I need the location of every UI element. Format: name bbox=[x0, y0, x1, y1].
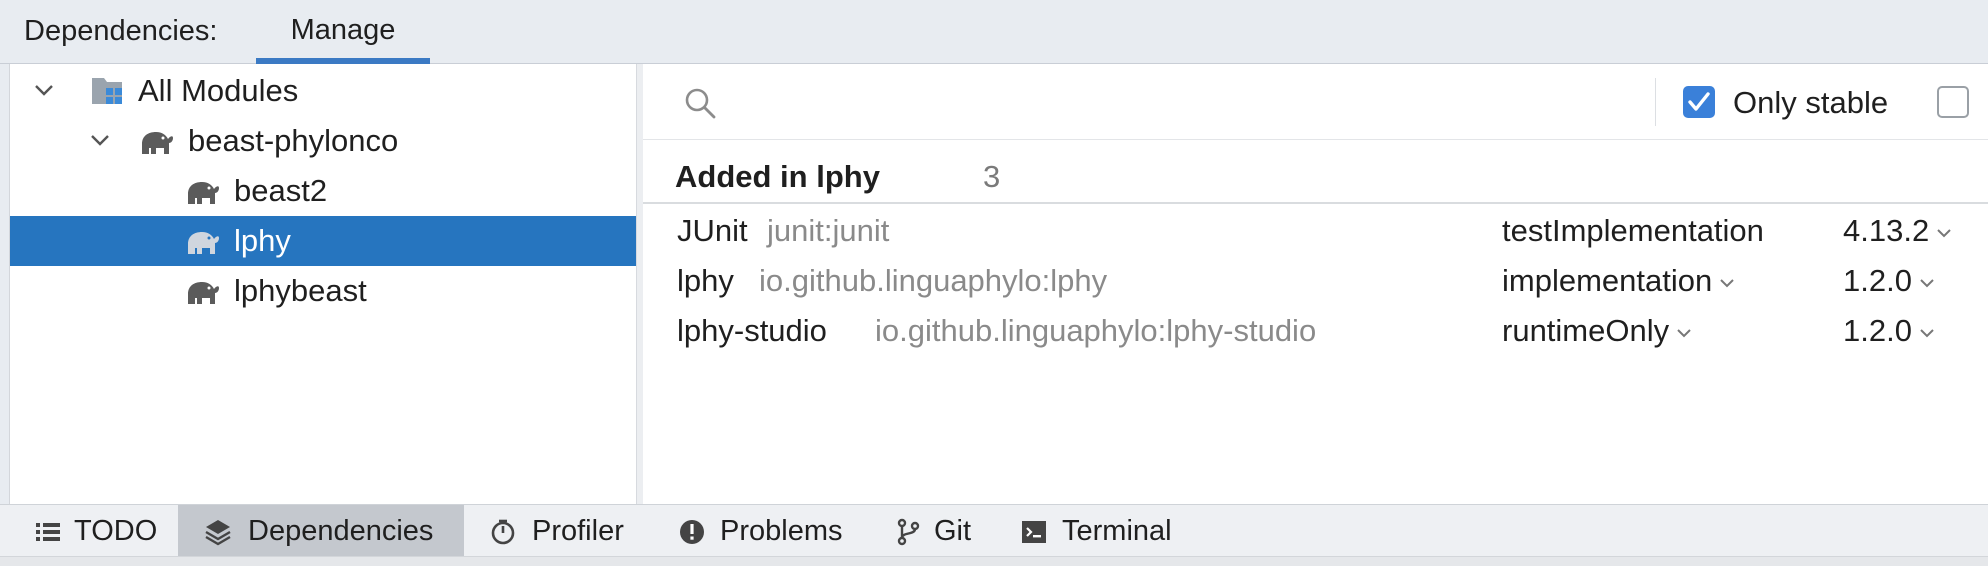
tool-label: Terminal bbox=[1062, 515, 1172, 547]
warning-icon bbox=[680, 520, 704, 544]
tool-button-git[interactable]: Git bbox=[894, 505, 994, 557]
dependencies-header: Dependencies: Manage bbox=[0, 0, 1988, 64]
configuration-label: runtimeOnly bbox=[1502, 313, 1670, 348]
panel-splitter[interactable] bbox=[636, 64, 643, 504]
tree-item-label: lphybeast bbox=[234, 273, 367, 308]
search-icon bbox=[685, 88, 716, 119]
tree-item-label: All Modules bbox=[138, 73, 299, 108]
tree-item-lphy[interactable]: lphy bbox=[10, 216, 636, 266]
chevron-down-icon[interactable] bbox=[88, 128, 112, 152]
configuration-dropdown[interactable]: implementation bbox=[1502, 256, 1736, 306]
secondary-checkbox[interactable] bbox=[1937, 86, 1969, 118]
dependency-coordinate: io.github.linguaphylo:lphy-studio bbox=[875, 313, 1317, 348]
dependency-name: JUnit bbox=[677, 213, 748, 248]
version-label: 1.2.0 bbox=[1843, 263, 1912, 298]
tree-item-label: lphy bbox=[234, 223, 291, 258]
list-icon bbox=[36, 523, 60, 541]
version-dropdown[interactable]: 1.2.0 bbox=[1843, 306, 1936, 356]
tree-item-beast2[interactable]: beast2 bbox=[10, 166, 636, 216]
dependency-row[interactable]: JUnit junit:junit testImplementation 4.1… bbox=[643, 206, 1988, 256]
left-edge bbox=[0, 64, 10, 504]
chevron-down-icon bbox=[1677, 329, 1691, 338]
header-title: Dependencies: bbox=[24, 15, 218, 47]
tree-item-label: beast-phylonco bbox=[188, 123, 399, 158]
gradle-elephant-icon bbox=[188, 182, 219, 204]
configuration-dropdown[interactable]: runtimeOnly bbox=[1502, 306, 1693, 356]
configuration-dropdown[interactable]: testImplementation bbox=[1502, 206, 1764, 256]
gradle-elephant-icon bbox=[188, 282, 219, 304]
version-label: 4.13.2 bbox=[1843, 213, 1930, 248]
dependency-name: lphy-studio bbox=[677, 313, 827, 348]
tool-button-problems[interactable]: Problems bbox=[678, 505, 856, 557]
tab-manage[interactable]: Manage bbox=[256, 0, 430, 64]
profiler-icon bbox=[491, 519, 515, 545]
status-strip bbox=[0, 556, 1988, 566]
configuration-label: testImplementation bbox=[1502, 213, 1764, 248]
tree-item-label: beast2 bbox=[234, 173, 328, 208]
version-dropdown[interactable]: 4.13.2 bbox=[1843, 206, 1953, 256]
dependency-name: lphy bbox=[677, 263, 734, 298]
search-bar: Only stable bbox=[643, 64, 1988, 140]
chevron-down-icon bbox=[1920, 329, 1934, 338]
modules-icon bbox=[92, 78, 122, 104]
gradle-elephant-icon bbox=[142, 132, 173, 154]
section-header: Added in lphy 3 bbox=[643, 152, 1988, 204]
dependency-row[interactable]: lphy io.github.linguaphylo:lphy implemen… bbox=[643, 256, 1988, 306]
tree-item-lphybeast[interactable]: lphybeast bbox=[10, 266, 636, 316]
gradle-elephant-icon bbox=[188, 232, 219, 254]
module-tree: All Modules beast-phylonco beast2 lphy l… bbox=[10, 64, 636, 504]
tool-button-terminal[interactable]: Terminal bbox=[1020, 505, 1190, 557]
version-dropdown[interactable]: 1.2.0 bbox=[1843, 256, 1936, 306]
tree-item-all-modules[interactable]: All Modules bbox=[10, 66, 636, 116]
dependencies-panel: Only stable Added in lphy 3 JUnit junit:… bbox=[643, 64, 1988, 504]
tool-label: TODO bbox=[74, 515, 158, 547]
tool-label: Problems bbox=[720, 515, 843, 547]
section-count: 3 bbox=[983, 159, 1001, 194]
dependency-row[interactable]: lphy-studio io.github.linguaphylo:lphy-s… bbox=[643, 306, 1988, 356]
divider bbox=[1655, 78, 1656, 126]
git-branch-icon bbox=[897, 518, 920, 546]
tool-button-dependencies[interactable]: Dependencies bbox=[178, 505, 464, 557]
chevron-down-icon bbox=[1920, 279, 1934, 288]
tool-button-profiler[interactable]: Profiler bbox=[484, 505, 634, 557]
tree-item-beast-phylonco[interactable]: beast-phylonco bbox=[10, 116, 636, 166]
tool-label: Dependencies bbox=[248, 515, 434, 547]
tool-label: Git bbox=[934, 515, 972, 547]
layers-icon bbox=[205, 520, 231, 546]
terminal-icon bbox=[1022, 521, 1046, 543]
search-input[interactable] bbox=[733, 78, 1257, 128]
configuration-label: implementation bbox=[1502, 263, 1713, 298]
version-label: 1.2.0 bbox=[1843, 313, 1912, 348]
tool-button-todo[interactable]: TODO bbox=[14, 505, 170, 557]
only-stable-checkbox[interactable] bbox=[1683, 86, 1715, 118]
checkmark-icon bbox=[1688, 92, 1710, 111]
chevron-down-icon[interactable] bbox=[32, 78, 56, 102]
chevron-down-icon bbox=[1937, 229, 1951, 238]
section-title: Added in lphy bbox=[675, 159, 880, 194]
tool-label: Profiler bbox=[532, 515, 624, 547]
dependency-coordinate: junit:junit bbox=[767, 213, 890, 248]
dependency-coordinate: io.github.linguaphylo:lphy bbox=[759, 263, 1108, 298]
only-stable-label: Only stable bbox=[1733, 85, 1889, 120]
chevron-down-icon bbox=[1720, 279, 1734, 288]
